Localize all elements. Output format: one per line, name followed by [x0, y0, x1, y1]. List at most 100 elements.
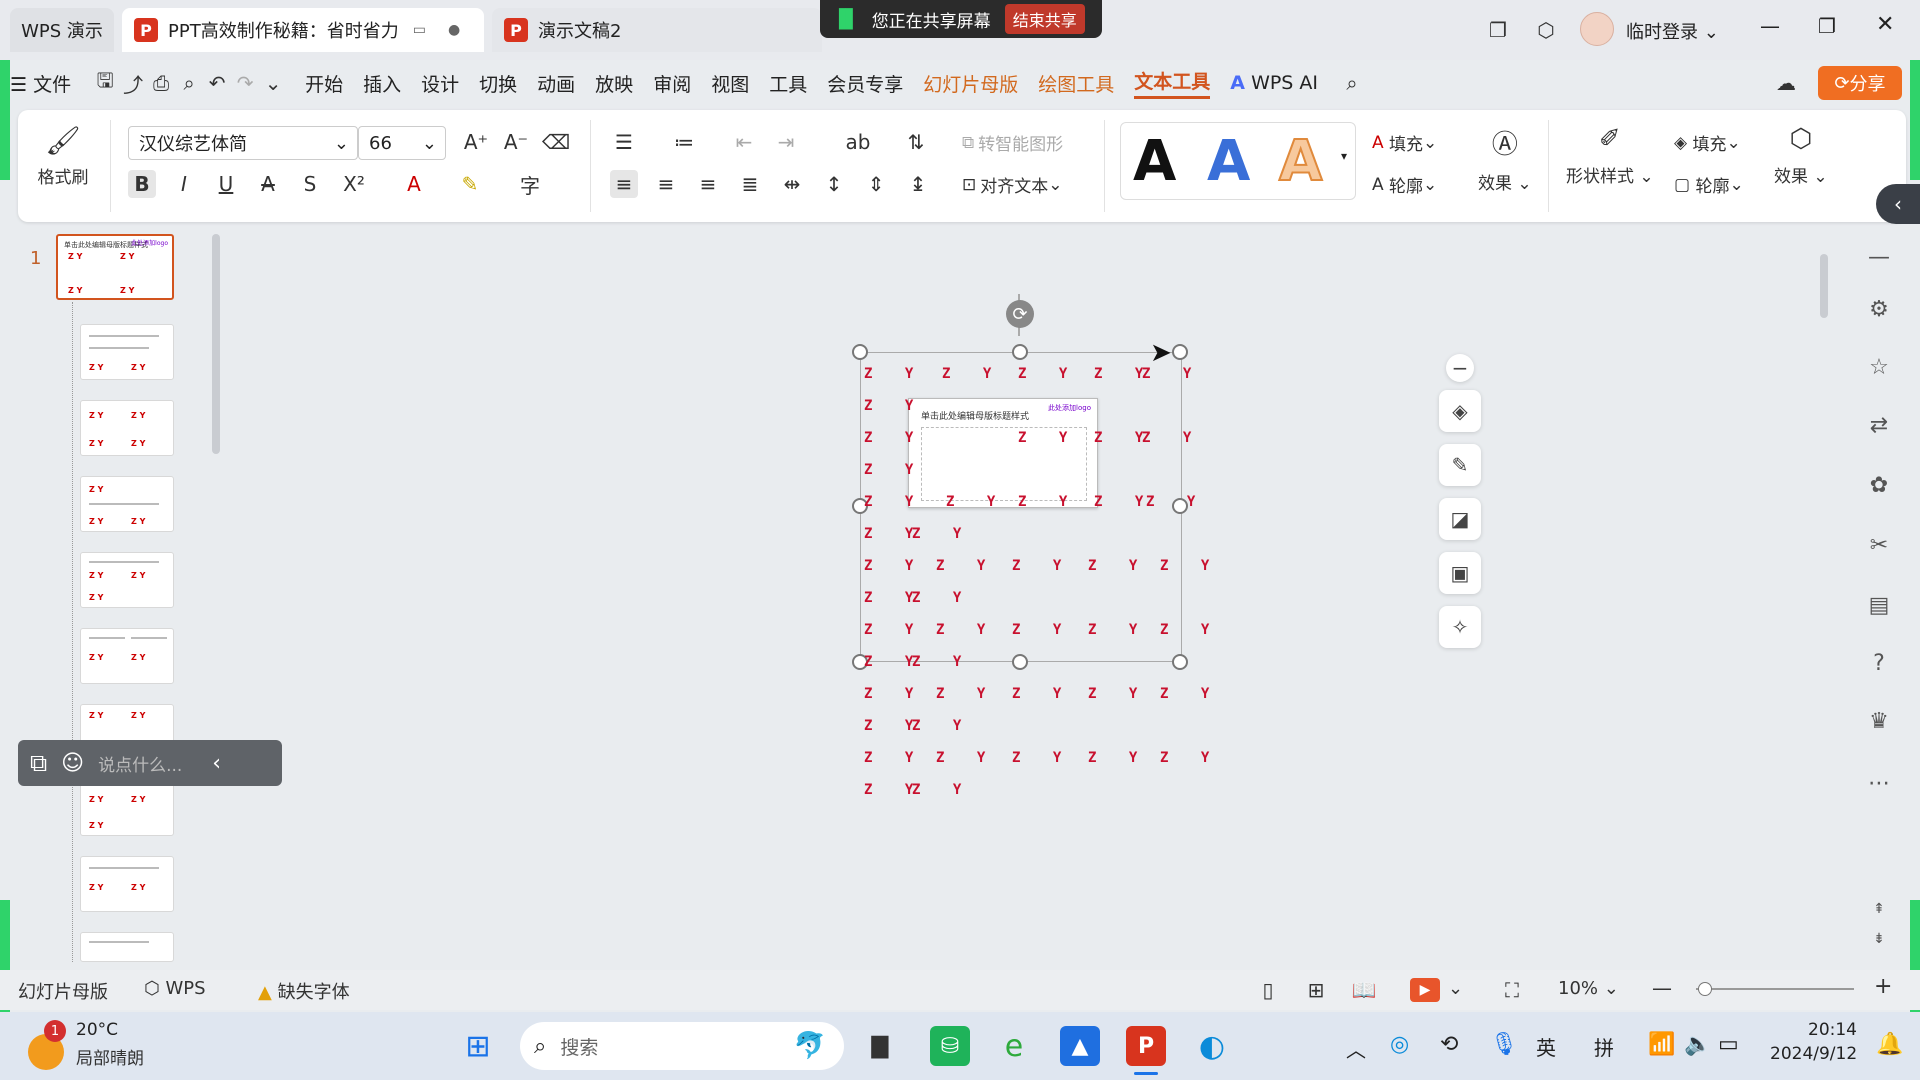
embedded-slide-preview[interactable]: 单击此处编辑母版标题样式 此处添加logo: [908, 398, 1098, 508]
ime-mode[interactable]: 拼: [1594, 1032, 1614, 1061]
slide-thumb-master[interactable]: 单击此处编辑母版标题样式 此处添加logo Z YZ Y Z YZ Y: [56, 234, 174, 300]
justify-icon[interactable]: ≣: [736, 170, 764, 198]
magic-tool-icon[interactable]: ✧: [1439, 606, 1481, 648]
numbered-list-icon[interactable]: ≔: [670, 128, 698, 156]
unsaved-dot-icon[interactable]: ●: [448, 22, 460, 38]
restore-button[interactable]: ❐: [1818, 14, 1836, 38]
phonetic-icon[interactable]: 字: [516, 170, 544, 198]
wps-ppt-icon[interactable]: P: [1126, 1026, 1166, 1066]
shape-style-button[interactable]: ✐ 形状样式 ⌄: [1566, 124, 1654, 187]
clock-date[interactable]: 2024/9/12: [1770, 1044, 1857, 1064]
bullet-list-icon[interactable]: ☰: [610, 128, 638, 156]
minus-icon[interactable]: —: [1864, 242, 1894, 272]
file-menu[interactable]: ☰ 文件: [10, 70, 71, 97]
thumb-scrollbar[interactable]: [212, 234, 220, 454]
increase-font-icon[interactable]: A⁺: [462, 128, 490, 156]
menu-design[interactable]: 设计: [421, 70, 459, 97]
print-icon[interactable]: ⎙: [147, 69, 175, 97]
save-icon[interactable]: 🖫: [91, 68, 119, 97]
resize-handle[interactable]: [1172, 654, 1188, 670]
zoom-out-icon[interactable]: —: [1652, 976, 1672, 1000]
emoji-icon[interactable]: ☺: [61, 751, 84, 776]
scroll-page-down-icon[interactable]: ⇟: [1864, 924, 1894, 954]
chat-input[interactable]: 说点什么...: [98, 751, 182, 776]
distribute-icon[interactable]: ⇹: [778, 170, 806, 198]
resize-handle[interactable]: [1012, 654, 1028, 670]
slide-thumb[interactable]: Z YZ Y: [80, 628, 174, 684]
zoom-select[interactable]: 10% ⌄: [1558, 978, 1619, 999]
text-effect-button[interactable]: Ⓐ 效果 ⌄: [1478, 124, 1532, 194]
cube-icon[interactable]: ⬡: [1532, 16, 1560, 44]
notification-icon[interactable]: 🔔: [1876, 1032, 1903, 1057]
format-painter-button[interactable]: 🖌 格式刷: [36, 124, 90, 188]
rotate-handle-icon[interactable]: ⟳: [1006, 300, 1034, 328]
sorter-view-icon[interactable]: ⊞: [1302, 976, 1330, 1004]
align-text-button[interactable]: ⊡ 对齐文本 ⌄: [962, 172, 1063, 198]
resize-handle[interactable]: [1172, 344, 1188, 360]
font-color-icon[interactable]: A: [400, 170, 428, 198]
text-direction-icon[interactable]: ab: [844, 128, 872, 156]
strikethrough-icon[interactable]: A: [254, 170, 282, 198]
align-left-icon[interactable]: ≡: [610, 170, 638, 198]
minimize-button[interactable]: —: [1760, 14, 1780, 38]
share-link-icon[interactable]: ⤴: [119, 69, 147, 97]
scroll-page-up-icon[interactable]: ⇞: [1864, 894, 1894, 924]
shirt-icon[interactable]: ♛: [1864, 706, 1894, 736]
photos-icon[interactable]: ▲: [1060, 1026, 1100, 1066]
wifi-icon[interactable]: 📶: [1648, 1032, 1675, 1057]
menu-slideshow[interactable]: 放映: [595, 70, 633, 97]
normal-view-icon[interactable]: ▯: [1254, 976, 1282, 1004]
menu-text-tools[interactable]: 文本工具: [1134, 67, 1211, 99]
text-outline-button[interactable]: A 轮廓 ⌄: [1372, 172, 1437, 198]
menu-view[interactable]: 视图: [711, 70, 749, 97]
chevron-down-icon[interactable]: ▾: [1341, 149, 1347, 163]
menu-transition[interactable]: 切换: [479, 70, 517, 97]
play-button[interactable]: ▶: [1410, 978, 1440, 1002]
shape-effect-button[interactable]: ⬡ 效果 ⌄: [1774, 124, 1828, 187]
shadow-text-icon[interactable]: S: [296, 170, 324, 198]
art-style-blue[interactable]: A: [1207, 129, 1250, 194]
sliders-icon[interactable]: ⚙: [1864, 294, 1894, 324]
resize-handle[interactable]: [1012, 344, 1028, 360]
slide-thumb[interactable]: Z YZ Y: [80, 324, 174, 380]
browser-e-icon[interactable]: e: [994, 1026, 1034, 1066]
collapse-float-icon[interactable]: −: [1446, 354, 1474, 382]
underline-icon[interactable]: U: [212, 170, 240, 198]
task-view-icon[interactable]: ▇: [860, 1026, 900, 1066]
ime-language[interactable]: 英: [1536, 1032, 1556, 1061]
zoom-slider-thumb[interactable]: [1698, 982, 1712, 996]
avatar[interactable]: [1580, 12, 1614, 46]
chat-collapse-icon[interactable]: ‹: [212, 751, 221, 776]
app-tab[interactable]: WPS 演示: [10, 8, 114, 52]
menu-start[interactable]: 开始: [305, 70, 343, 97]
text-fill-button[interactable]: A 填充 ⌄: [1372, 130, 1437, 156]
menu-tools[interactable]: 工具: [769, 70, 807, 97]
font-size-select[interactable]: 66 ⌄: [358, 126, 446, 160]
sync-icon[interactable]: ⟲: [1440, 1032, 1458, 1057]
login-button[interactable]: 临时登录 ⌄: [1626, 18, 1719, 44]
art-text-gallery[interactable]: A A A ▾: [1120, 122, 1356, 200]
more-chevron-icon[interactable]: ⌄: [259, 69, 287, 97]
share-button[interactable]: ⟳ 分享: [1818, 66, 1902, 100]
reading-view-icon[interactable]: 📖: [1350, 976, 1378, 1004]
line-spacing-icon[interactable]: ↕: [820, 170, 848, 198]
print-preview-icon[interactable]: ⌕: [175, 69, 203, 97]
outline-box-icon[interactable]: ▣: [1439, 552, 1481, 594]
fill-bucket-icon[interactable]: ◪: [1439, 498, 1481, 540]
paragraph-spacing-icon[interactable]: ⇕: [862, 170, 890, 198]
fit-window-icon[interactable]: ⛶: [1498, 976, 1526, 1004]
zoom-slider[interactable]: [1696, 988, 1854, 990]
font-name-select[interactable]: 汉仪综艺体简 ⌄: [128, 126, 358, 160]
sort-icon[interactable]: ⇅: [902, 128, 930, 156]
design-icon[interactable]: ✿: [1864, 470, 1894, 500]
art-style-black[interactable]: A: [1133, 129, 1176, 194]
layers-icon[interactable]: ◈: [1439, 390, 1481, 432]
align-right-icon[interactable]: ≡: [694, 170, 722, 198]
tab-document-2[interactable]: P 演示文稿2: [492, 8, 822, 52]
spacing-icon[interactable]: ↨: [904, 170, 932, 198]
decrease-font-icon[interactable]: A⁻: [502, 128, 530, 156]
shape-fill-button[interactable]: ◈ 填充 ⌄: [1674, 130, 1741, 156]
menu-member[interactable]: 会员专享: [827, 70, 903, 97]
slide-thumb[interactable]: Z YZ YZ Y: [80, 552, 174, 608]
cloud-icon[interactable]: ☁: [1772, 69, 1800, 97]
